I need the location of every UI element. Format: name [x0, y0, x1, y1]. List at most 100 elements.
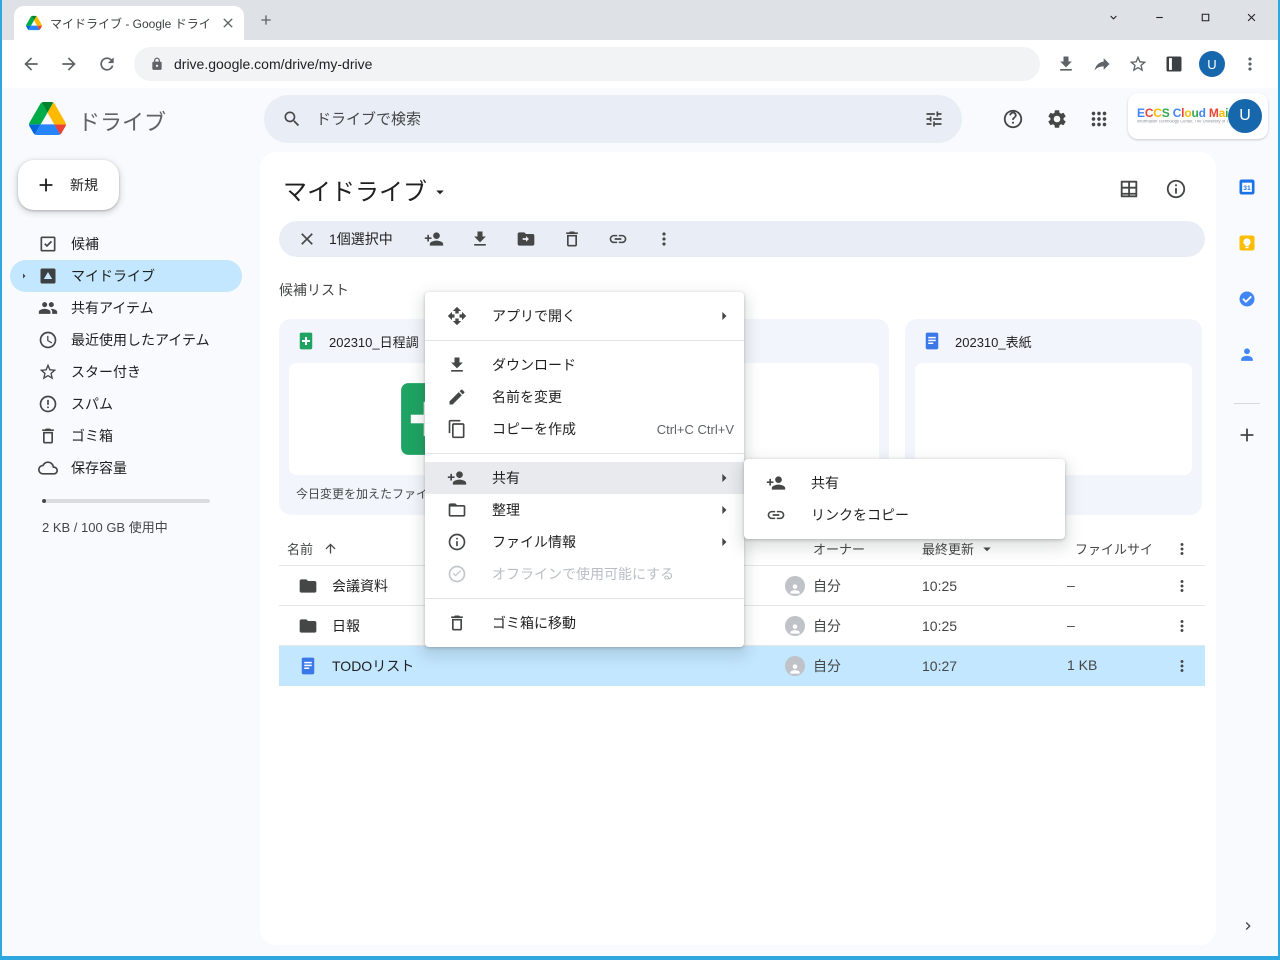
copy-link-selection-icon[interactable] [608, 229, 628, 249]
calendar-icon[interactable]: 31 [1237, 177, 1257, 197]
sidebar-item-starred[interactable]: スター付き [10, 356, 242, 388]
menu-item-share[interactable]: 共有 [425, 462, 744, 494]
modified-filter-icon[interactable] [978, 540, 996, 558]
search-input[interactable] [316, 111, 910, 128]
title-dropdown-icon[interactable] [431, 183, 449, 201]
window-minimize-button[interactable] [1136, 0, 1182, 34]
grid-view-icon[interactable] [1118, 178, 1140, 200]
people-icon [38, 298, 58, 318]
download-icon [447, 355, 467, 375]
sort-ascending-icon[interactable] [323, 541, 338, 556]
tasks-icon[interactable] [1237, 289, 1257, 309]
move-selection-icon[interactable] [516, 229, 536, 249]
menu-item-rename[interactable]: 名前を変更 [425, 381, 744, 413]
delete-selection-icon[interactable] [562, 229, 582, 249]
folder-icon [298, 616, 318, 636]
menu-item-organize[interactable]: 整理 [425, 494, 744, 526]
submenu-arrow-icon [714, 306, 734, 326]
keep-icon[interactable] [1237, 233, 1257, 253]
sidebar-item-spam[interactable]: スパム [10, 388, 242, 420]
account-chip[interactable]: ECCS Cloud Mail Information Technology C… [1128, 93, 1268, 139]
sidebar-item-suggested[interactable]: 候補 [10, 228, 242, 260]
row-more-icon[interactable] [1173, 617, 1191, 635]
owner-avatar [785, 616, 805, 636]
suggested-section-label[interactable]: 候補リスト [279, 280, 349, 300]
sheets-file-icon [296, 331, 316, 351]
drive-logo-icon[interactable] [29, 102, 66, 135]
row-more-icon[interactable] [1173, 657, 1191, 675]
install-app-icon[interactable] [1056, 54, 1076, 74]
search-options-icon[interactable] [924, 109, 944, 129]
window-maximize-button[interactable] [1182, 0, 1228, 34]
column-name[interactable]: 名前 [287, 539, 313, 558]
apps-grid-icon[interactable] [1088, 108, 1110, 130]
person-icon [788, 662, 802, 676]
column-modified[interactable]: 最終更新 [922, 539, 974, 558]
submenu-item-copy-link[interactable]: リンクをコピー [744, 499, 1065, 531]
help-icon[interactable] [1002, 108, 1024, 130]
new-tab-button[interactable] [258, 12, 274, 28]
share-selection-icon[interactable] [424, 229, 444, 249]
page-title[interactable]: マイドライブ [283, 172, 449, 207]
organize-folder-icon [447, 500, 467, 520]
table-row-selected[interactable]: TODOリスト 自分 10:27 1 KB [279, 646, 1205, 686]
window-close-icon [1245, 11, 1258, 24]
person-add-icon [447, 468, 467, 488]
share-submenu: 共有 リンクをコピー [744, 459, 1065, 539]
contacts-icon[interactable] [1237, 345, 1257, 365]
sidebar-item-trash[interactable]: ゴミ箱 [10, 420, 242, 452]
clock-icon [38, 330, 58, 350]
sidebar-item-recent[interactable]: 最近使用したアイテム [10, 324, 242, 356]
sidebar-item-my-drive[interactable]: マイドライブ [10, 260, 242, 292]
menu-item-make-copy[interactable]: コピーを作成 Ctrl+C Ctrl+V [425, 413, 744, 445]
url-input[interactable] [174, 56, 1024, 72]
add-app-icon[interactable] [1236, 424, 1258, 446]
menu-divider [425, 453, 744, 454]
reload-button[interactable] [97, 54, 117, 74]
context-menu: アプリで開く ダウンロード 名前を変更 コピーを作成 Ctrl+C Ctrl+V… [425, 292, 744, 647]
open-with-icon [447, 306, 467, 326]
menu-item-download[interactable]: ダウンロード [425, 349, 744, 381]
browser-tab[interactable]: マイドライブ - Google ドライブ [14, 6, 244, 40]
browser-menu-icon[interactable] [1240, 54, 1260, 74]
column-size[interactable]: ファイルサイ [1075, 542, 1153, 557]
account-avatar[interactable]: U [1228, 99, 1262, 133]
sidebar-item-shared[interactable]: 共有アイテム [10, 292, 242, 324]
gear-icon[interactable] [1046, 108, 1068, 130]
share-page-icon[interactable] [1092, 54, 1112, 74]
tab-title: マイドライブ - Google ドライブ [50, 15, 212, 32]
expand-caret-icon[interactable] [18, 270, 30, 282]
clear-selection-icon[interactable] [297, 229, 317, 249]
more-actions-icon[interactable] [654, 229, 674, 249]
row-more-icon[interactable] [1173, 577, 1191, 595]
window-controls [1090, 0, 1274, 34]
menu-item-open-with[interactable]: アプリで開く [425, 300, 744, 332]
plus-icon [35, 174, 57, 196]
menu-item-offline: オフラインで使用可能にする [425, 558, 744, 590]
forward-button[interactable] [59, 54, 79, 74]
sidebar-item-storage[interactable]: 保存容量 [10, 452, 242, 484]
submenu-item-share[interactable]: 共有 [744, 467, 1065, 499]
menu-item-file-info[interactable]: ファイル情報 [425, 526, 744, 558]
tab-strip: マイドライブ - Google ドライブ [2, 0, 1278, 40]
browser-avatar[interactable]: U [1199, 51, 1225, 77]
search-bar[interactable] [264, 95, 962, 143]
info-icon[interactable] [1165, 178, 1187, 200]
column-owner[interactable]: オーナー [813, 539, 865, 558]
header-more-icon[interactable] [1173, 540, 1191, 558]
new-button[interactable]: 新規 [18, 160, 119, 210]
bookmark-star-icon[interactable] [1128, 54, 1148, 74]
address-bar[interactable] [134, 47, 1040, 81]
offline-pin-icon [447, 564, 467, 584]
download-selection-icon[interactable] [470, 229, 490, 249]
tab-close-icon[interactable] [220, 15, 236, 31]
side-panel-icon[interactable] [1164, 54, 1184, 74]
back-button[interactable] [21, 54, 41, 74]
window-restore-down-button[interactable] [1090, 0, 1136, 34]
copy-icon [447, 419, 467, 439]
search-icon[interactable] [282, 109, 302, 129]
expand-panel-icon[interactable] [1240, 918, 1256, 934]
menu-item-trash[interactable]: ゴミ箱に移動 [425, 607, 744, 639]
window-close-button[interactable] [1228, 0, 1274, 34]
person-icon [788, 622, 802, 636]
